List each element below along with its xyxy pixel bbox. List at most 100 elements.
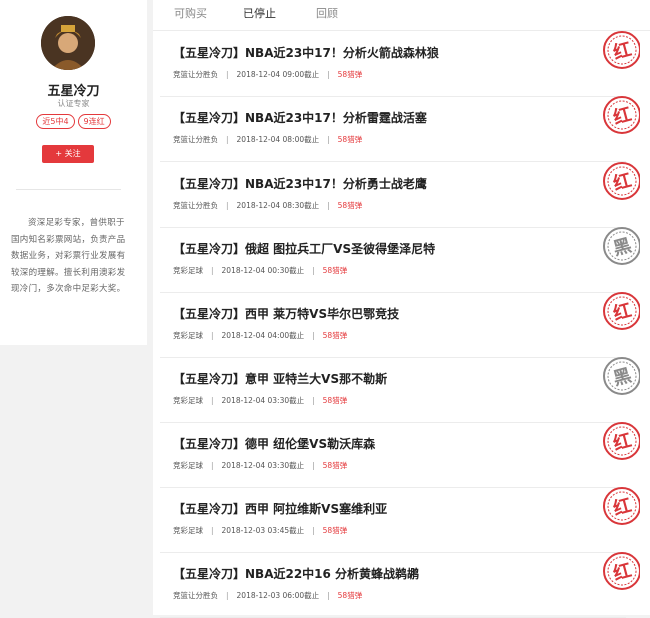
plan-meta: 竞篮让分胜负 | 2018-12-04 08:30截止 | 58猎弹 bbox=[173, 200, 362, 211]
plan-meta: 竞篮让分胜负 | 2018-12-04 08:00截止 | 58猎弹 bbox=[173, 134, 362, 145]
plan-meta: 竞彩足球 | 2018-12-04 03:30截止 | 58猎弹 bbox=[173, 460, 347, 471]
result-stamp-red: 红 bbox=[600, 551, 641, 591]
separator: | bbox=[211, 331, 214, 340]
plan-title[interactable]: 【五星冷刀】意甲 亚特兰大VS那不勒斯 bbox=[173, 370, 387, 387]
expert-profile-card: 五星冷刀 认证专家 近5中4 9连红 + 关注 资深足彩专家，曾供职于国内知名彩… bbox=[0, 0, 147, 345]
plan-deadline: 2018-12-04 08:30截止 bbox=[236, 201, 320, 210]
separator: | bbox=[226, 591, 229, 600]
follow-button[interactable]: + 关注 bbox=[42, 145, 94, 163]
plan-category: 竞篮让分胜负 bbox=[173, 201, 218, 210]
plan-list-panel: 可购买 已停止 回顾 【五星冷刀】NBA近23中17！分析火箭战森林狼竞篮让分胜… bbox=[153, 0, 650, 618]
plan-price: 58猎弹 bbox=[337, 70, 363, 79]
result-stamp-red: 红 bbox=[600, 95, 641, 135]
plan-title[interactable]: 【五星冷刀】NBA近23中17！分析火箭战森林狼 bbox=[173, 44, 439, 61]
separator: | bbox=[312, 331, 315, 340]
separator: | bbox=[211, 396, 214, 405]
plan-row[interactable]: 【五星冷刀】西甲 莱万特VS毕尔巴鄂竞技竞彩足球 | 2018-12-04 04:0… bbox=[160, 292, 641, 358]
tab-review[interactable]: 回顾 bbox=[316, 5, 338, 21]
separator: | bbox=[327, 201, 330, 210]
tab-stopped[interactable]: 已停止 bbox=[243, 5, 276, 21]
plan-category: 竞彩足球 bbox=[173, 331, 203, 340]
plan-meta: 竞彩足球 | 2018-12-04 04:00截止 | 58猎弹 bbox=[173, 330, 347, 341]
separator: | bbox=[226, 135, 229, 144]
plan-meta: 竞彩足球 | 2018-12-04 00:30截止 | 58猎弹 bbox=[173, 265, 347, 276]
plan-price: 58猎弹 bbox=[322, 461, 348, 470]
result-stamp-red: 红 bbox=[600, 486, 641, 526]
plan-deadline: 2018-12-04 04:00截止 bbox=[221, 331, 305, 340]
plan-row[interactable]: 【五星冷刀】意甲 亚特兰大VS那不勒斯 竞彩足球 | 2018-12-04 03:30… bbox=[160, 357, 641, 423]
plan-price: 58猎弹 bbox=[337, 135, 363, 144]
result-stamp-black: 黑 bbox=[600, 356, 641, 396]
plan-deadline: 2018-12-04 03:30截止 bbox=[221, 461, 305, 470]
separator: | bbox=[211, 526, 214, 535]
result-stamp-black: 黑 bbox=[600, 226, 641, 266]
plan-category: 竞彩足球 bbox=[173, 461, 203, 470]
plan-title[interactable]: 【五星冷刀】NBA近23中17！分析勇士战老鹰 bbox=[173, 175, 427, 192]
plan-row[interactable]: 【五星冷刀】NBA近23中17！分析勇士战老鹰竞篮让分胜负 | 2018-12-04… bbox=[160, 162, 641, 228]
plan-deadline: 2018-12-04 08:00截止 bbox=[236, 135, 320, 144]
separator: | bbox=[312, 526, 315, 535]
plan-deadline: 2018-12-04 00:30截止 bbox=[221, 266, 305, 275]
separator: | bbox=[327, 135, 330, 144]
record-badges: 近5中4 9连红 bbox=[0, 114, 147, 129]
separator: | bbox=[211, 266, 214, 275]
plan-category: 竞彩足球 bbox=[173, 526, 203, 535]
plan-row[interactable]: 【五星冷刀】NBA近23中17！分析火箭战森林狼竞篮让分胜负 | 2018-12-0… bbox=[160, 31, 641, 97]
record-badge: 近5中4 bbox=[36, 114, 75, 129]
stamp-label: 红 bbox=[611, 38, 634, 64]
stamp-label: 黑 bbox=[611, 235, 634, 260]
stamp-label: 红 bbox=[611, 103, 634, 129]
plan-meta: 竞彩足球 | 2018-12-04 03:30截止 | 58猎弹 bbox=[173, 395, 347, 406]
plan-row[interactable]: 【五星冷刀】德甲 纽伦堡VS勒沃库森竞彩足球 | 2018-12-04 03:30截… bbox=[160, 422, 641, 488]
separator: | bbox=[312, 266, 315, 275]
plan-row[interactable]: 【五星冷刀】西甲 阿拉维斯VS塞维利亚竞彩足球 | 2018-12-03 03:45… bbox=[160, 487, 641, 553]
plan-price: 58猎弹 bbox=[322, 396, 348, 405]
stamp-label: 红 bbox=[611, 299, 634, 325]
result-stamp-red: 红 bbox=[600, 421, 641, 461]
stamp-label: 黑 bbox=[611, 365, 634, 390]
plan-title[interactable]: 【五星冷刀】德甲 纽伦堡VS勒沃库森 bbox=[173, 435, 375, 452]
expert-title: 认证专家 bbox=[57, 99, 90, 108]
plan-price: 58猎弹 bbox=[322, 331, 348, 340]
plan-title[interactable]: 【五星冷刀】西甲 阿拉维斯VS塞维利亚 bbox=[173, 500, 387, 517]
plan-deadline: 2018-12-03 06:00截止 bbox=[236, 591, 320, 600]
plan-title[interactable]: 【五星冷刀】俄超 图拉兵工厂VS圣彼得堡泽尼特 bbox=[173, 240, 435, 257]
plan-title[interactable]: 【五星冷刀】西甲 莱万特VS毕尔巴鄂竞技 bbox=[173, 305, 399, 322]
plan-price: 58猎弹 bbox=[337, 201, 363, 210]
plan-category: 竞篮让分胜负 bbox=[173, 135, 218, 144]
plan-price: 58猎弹 bbox=[322, 526, 348, 535]
stamp-label: 红 bbox=[611, 429, 634, 455]
tab-purchasable[interactable]: 可购买 bbox=[174, 5, 207, 21]
plan-deadline: 2018-12-04 09:00截止 bbox=[236, 70, 320, 79]
streak-badge: 9连红 bbox=[77, 114, 111, 129]
plan-row[interactable]: 【五星冷刀】NBA近23中17！分析雷霆战活塞竞篮让分胜负 | 2018-12-04… bbox=[160, 96, 641, 162]
expert-bio: 资深足彩专家，曾供职于国内知名彩票网站，负责产品数据业务，对彩票行业发展有较深的… bbox=[11, 218, 126, 294]
plan-title[interactable]: 【五星冷刀】NBA近23中17！分析雷霆战活塞 bbox=[173, 109, 427, 126]
expert-avatar[interactable] bbox=[41, 16, 95, 70]
plan-meta: 竞篮让分胜负 | 2018-12-04 09:00截止 | 58猎弹 bbox=[173, 69, 362, 80]
plan-meta: 竞篮让分胜负 | 2018-12-03 06:00截止 | 58猎弹 bbox=[173, 590, 362, 601]
plan-category: 竞篮让分胜负 bbox=[173, 70, 218, 79]
stamp-label: 红 bbox=[611, 494, 634, 520]
expert-name: 五星冷刀 bbox=[47, 84, 100, 99]
divider bbox=[16, 189, 121, 190]
separator: | bbox=[226, 201, 229, 210]
plan-meta: 竞彩足球 | 2018-12-03 03:45截止 | 58猎弹 bbox=[173, 525, 347, 536]
result-stamp-red: 红 bbox=[600, 161, 641, 201]
plan-price: 58猎弹 bbox=[337, 591, 363, 600]
separator: | bbox=[327, 70, 330, 79]
plan-category: 竞篮让分胜负 bbox=[173, 591, 218, 600]
plan-category: 竞彩足球 bbox=[173, 266, 203, 275]
separator: | bbox=[312, 396, 315, 405]
plan-title[interactable]: 【五星冷刀】NBA近22中16 分析黄蜂战鹈鹕 bbox=[173, 565, 419, 582]
plan-price: 58猎弹 bbox=[322, 266, 348, 275]
plan-deadline: 2018-12-03 03:45截止 bbox=[221, 526, 305, 535]
result-stamp-red: 红 bbox=[600, 30, 641, 70]
tab-bar: 可购买 已停止 回顾 bbox=[153, 0, 650, 26]
plan-deadline: 2018-12-04 03:30截止 bbox=[221, 396, 305, 405]
plan-row[interactable]: 【五星冷刀】NBA近22中16 分析黄蜂战鹈鹕竞篮让分胜负 | 2018-12-03… bbox=[160, 552, 641, 618]
stamp-label: 红 bbox=[611, 169, 634, 195]
result-stamp-red: 红 bbox=[600, 291, 641, 331]
plan-row[interactable]: 【五星冷刀】俄超 图拉兵工厂VS圣彼得堡泽尼特竞彩足球 | 2018-12-04 0… bbox=[160, 227, 641, 293]
separator: | bbox=[312, 461, 315, 470]
